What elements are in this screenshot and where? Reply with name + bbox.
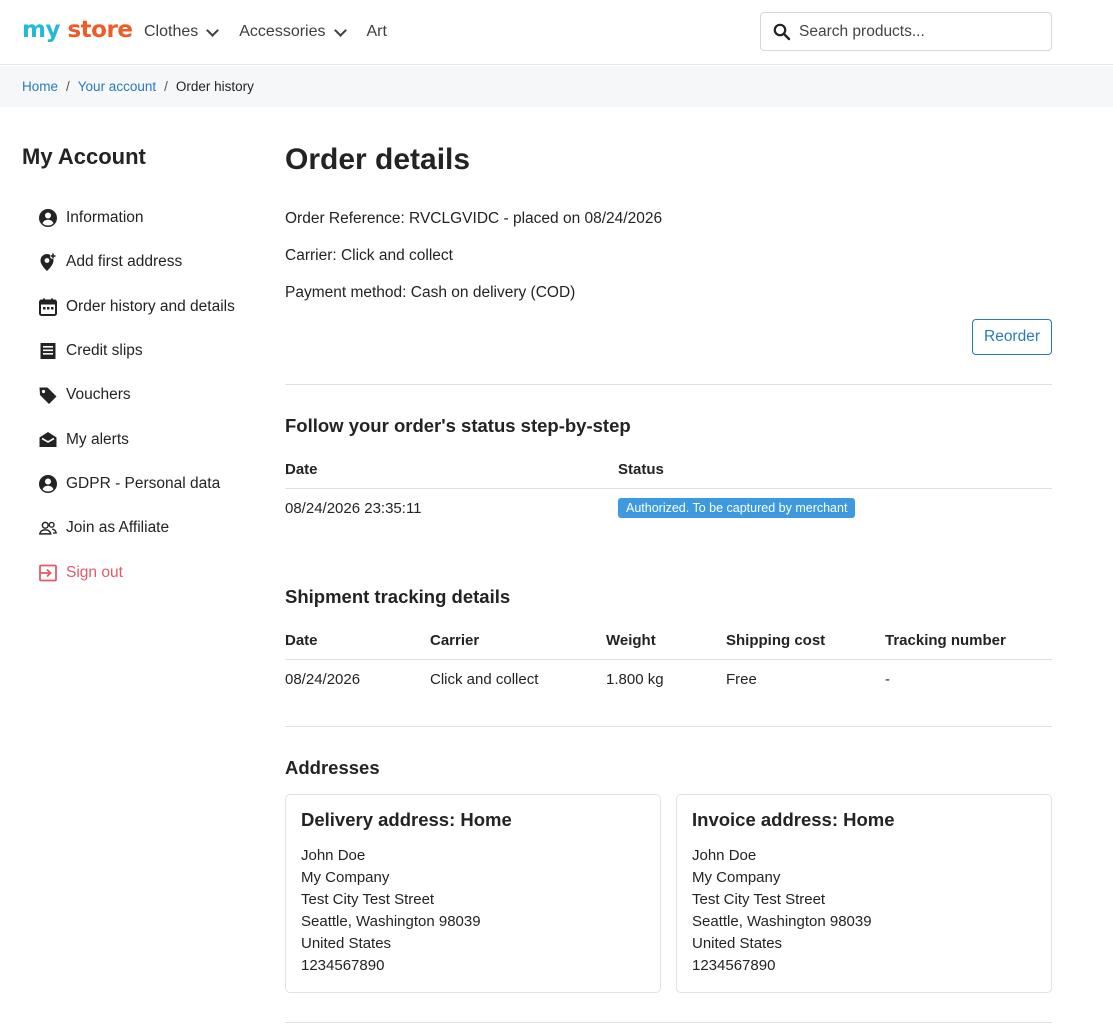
order-carrier: Carrier: Click and collect [285, 247, 453, 264]
nav-item-label: Accessories [239, 23, 326, 40]
table-row: 08/24/2026 Click and collect 1.800 kg Fr… [285, 660, 1052, 698]
sidebar-item-information[interactable]: Information [38, 196, 235, 240]
tag-icon [38, 385, 58, 405]
sidebar-item-affiliate[interactable]: Join as Affiliate [38, 506, 235, 550]
status-table: Date Status 08/24/2026 23:35:11 Authoriz… [285, 451, 1052, 527]
shipment-date: 08/24/2026 [285, 670, 361, 688]
sidebar-item-label: Vouchers [66, 386, 131, 404]
add-location-icon [38, 252, 58, 272]
breadcrumb-separator: / [164, 79, 168, 94]
sidebar-item-label: Credit slips [66, 342, 143, 360]
shipment-carrier: Click and collect [430, 670, 539, 688]
addresses-title: Addresses [285, 757, 380, 778]
address-line: Seattle, Washington 98039 [301, 913, 481, 930]
shipment-section-title: Shipment tracking details [285, 586, 511, 607]
sidebar-item-label: Sign out [66, 563, 123, 581]
column-header-shipping-cost: Shipping cost [726, 632, 826, 649]
address-line: 1234567890 [692, 957, 776, 974]
delivery-address-title: Delivery address: Home [301, 809, 512, 830]
breadcrumb-bar: Home / Your account / Order history [0, 66, 1113, 107]
shipment-cost: Free [726, 670, 757, 688]
address-line: My Company [301, 869, 390, 886]
status-date: 08/24/2026 23:35:11 [285, 499, 422, 517]
address-line: United States [301, 935, 392, 952]
calendar-icon [38, 297, 58, 317]
search-icon[interactable] [773, 23, 791, 41]
chevron-down-icon [206, 23, 220, 37]
search-box [760, 12, 1052, 51]
status-badge: Authorized. To be captured by merchant [618, 498, 856, 518]
sign-out-icon [38, 563, 58, 583]
divider [285, 384, 1052, 385]
nav-item-clothes[interactable]: Clothes [144, 20, 220, 44]
nav-item-art[interactable]: Art [367, 20, 387, 44]
address-line: Test City Test Street [692, 891, 826, 908]
sidebar-item-my-alerts[interactable]: My alerts [38, 417, 235, 461]
sidebar-item-label: GDPR - Personal data [66, 474, 221, 492]
column-header-date: Date [285, 461, 318, 478]
column-header-status: Status [618, 461, 664, 478]
user-circle-icon [38, 208, 58, 228]
status-section-title: Follow your order's status step-by-step [285, 415, 631, 436]
site-header: my store Clothes Accessories Art [0, 0, 1113, 65]
invoice-address-card: Invoice address: Home John Doe My Compan… [676, 794, 1052, 993]
sidebar-item-order-history[interactable]: Order history and details [38, 285, 235, 329]
column-header-carrier: Carrier [430, 632, 480, 649]
address-line: Seattle, Washington 98039 [692, 913, 872, 930]
sidebar-item-label: Join as Affiliate [66, 519, 170, 537]
address-line: 1234567890 [301, 957, 385, 974]
breadcrumb-your-account[interactable]: Your account [78, 79, 156, 94]
breadcrumb: Home / Your account / Order history [22, 79, 254, 94]
sidebar-item-vouchers[interactable]: Vouchers [38, 373, 235, 417]
order-payment-method: Payment method: Cash on delivery (COD) [285, 284, 576, 301]
sidebar-item-sign-out[interactable]: Sign out [38, 550, 235, 594]
sidebar-item-gdpr[interactable]: GDPR - Personal data [38, 462, 235, 506]
envelope-open-icon [38, 430, 58, 450]
receipt-icon [38, 341, 58, 361]
search-input[interactable] [799, 22, 1039, 41]
page-title: Order details [285, 143, 471, 176]
shipment-weight: 1.800 kg [606, 670, 664, 688]
address-line: My Company [692, 869, 781, 886]
table-row: 08/24/2026 23:35:11 Authorized. To be ca… [285, 489, 1052, 527]
account-sidebar: Information Add first address Order hist… [38, 196, 235, 595]
sidebar-item-label: Information [66, 209, 144, 227]
sidebar-item-credit-slips[interactable]: Credit slips [38, 329, 235, 373]
delivery-address-card: Delivery address: Home John Doe My Compa… [285, 794, 661, 993]
sidebar-item-label: Add first address [66, 253, 183, 271]
shipment-table: Date Carrier Weight Shipping cost Tracki… [285, 622, 1052, 698]
breadcrumb-current: Order history [175, 79, 254, 94]
reorder-button[interactable]: Reorder [972, 319, 1052, 355]
table-header: Date Status [285, 451, 1052, 489]
shipment-tracking-number: - [885, 670, 890, 688]
address-line: Test City Test Street [301, 891, 435, 908]
nav-item-accessories[interactable]: Accessories [239, 20, 347, 44]
user-circle-icon [38, 474, 58, 494]
divider [285, 726, 1052, 727]
column-header-tracking-number: Tracking number [885, 632, 1006, 649]
address-line: John Doe [692, 847, 757, 864]
nav-item-label: Art [366, 23, 387, 40]
status-cell: Authorized. To be captured by merchant [618, 498, 856, 518]
chevron-down-icon [333, 23, 347, 37]
address-line: United States [692, 935, 783, 952]
sidebar-title: My Account [22, 144, 146, 169]
breadcrumb-separator: / [66, 79, 70, 94]
order-reference: Order Reference: RVCLGVIDC - placed on 0… [285, 210, 663, 227]
nav-item-label: Clothes [144, 23, 199, 40]
sidebar-item-label: Order history and details [66, 297, 235, 315]
store-logo[interactable]: my store [22, 14, 133, 46]
sidebar-item-label: My alerts [66, 430, 129, 448]
main-nav: Clothes Accessories Art [144, 20, 409, 44]
divider [285, 1022, 1052, 1023]
breadcrumb-home[interactable]: Home [22, 79, 58, 94]
users-icon [38, 518, 58, 538]
address-line: John Doe [301, 847, 366, 864]
column-header-date: Date [285, 632, 318, 649]
invoice-address-title: Invoice address: Home [692, 809, 895, 830]
column-header-weight: Weight [606, 632, 656, 649]
table-header: Date Carrier Weight Shipping cost Tracki… [285, 622, 1052, 660]
sidebar-item-add-address[interactable]: Add first address [38, 240, 235, 284]
